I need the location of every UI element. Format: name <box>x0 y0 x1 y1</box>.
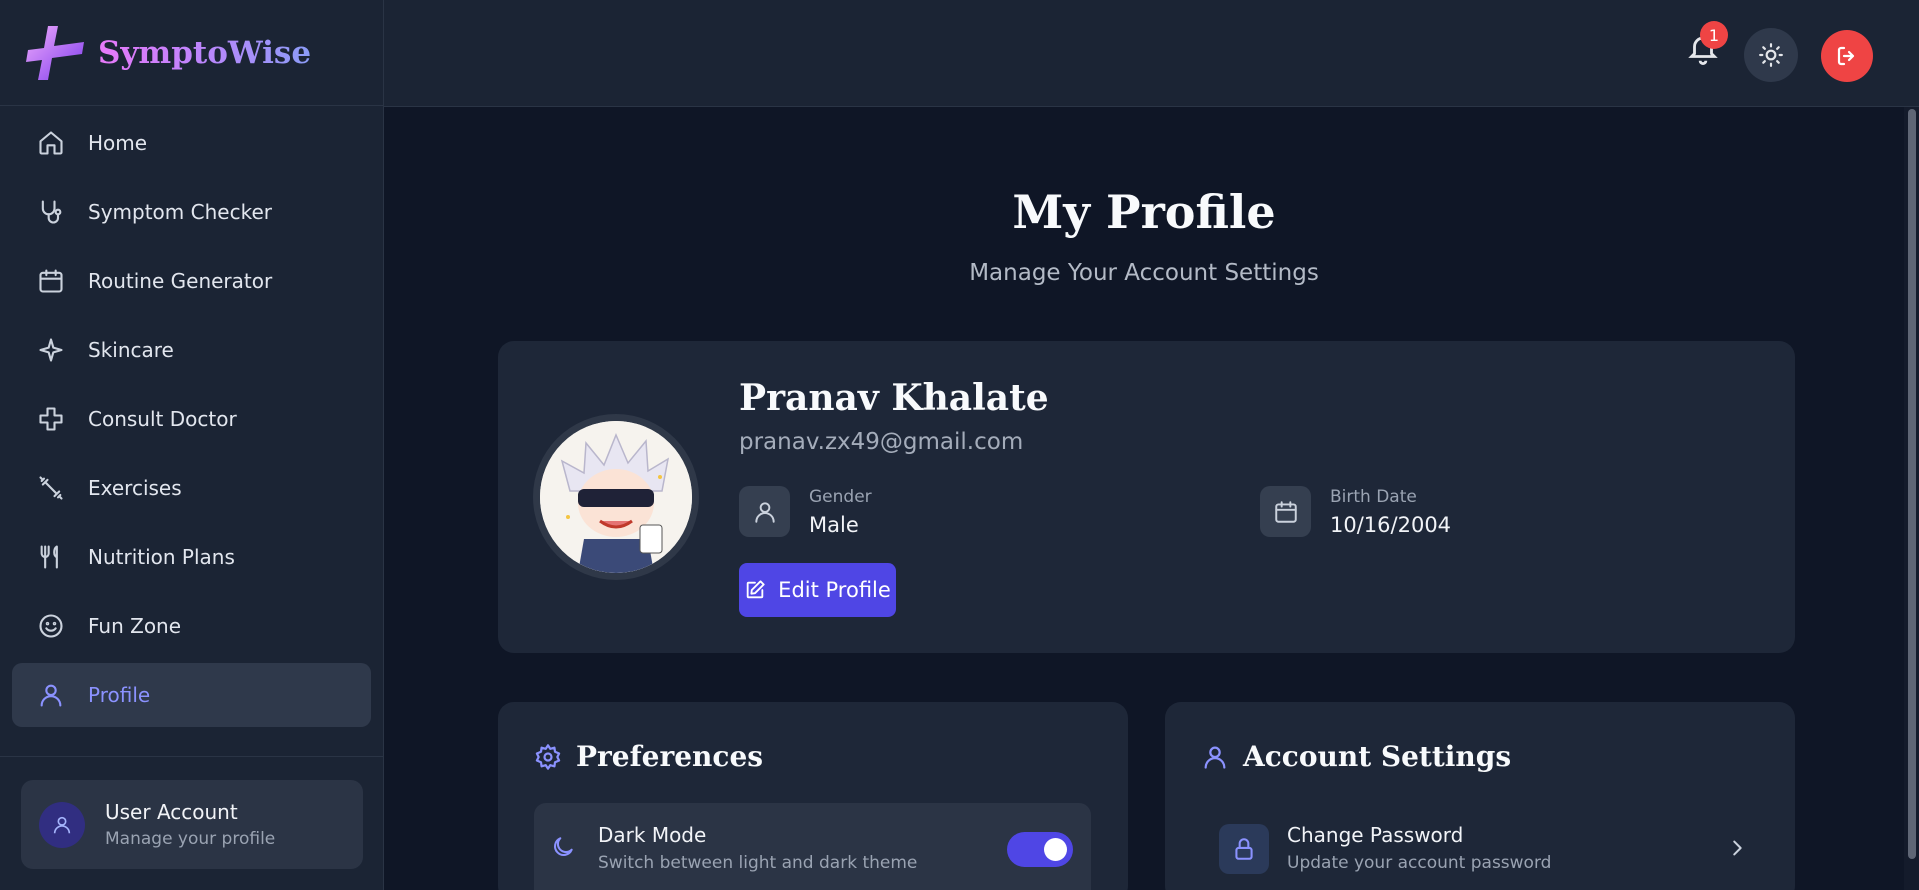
medical-cross-icon <box>36 404 66 434</box>
birth-date-value: 10/16/2004 <box>1330 512 1452 537</box>
change-password-row[interactable]: Change Password Update your account pass… <box>1201 803 1758 890</box>
sun-icon <box>1759 43 1783 67</box>
theme-toggle-button[interactable] <box>1744 28 1798 82</box>
dark-mode-row: Dark Mode Switch between light and dark … <box>534 803 1091 890</box>
lock-icon <box>1219 824 1269 874</box>
birth-date-label: Birth Date <box>1330 486 1417 507</box>
gender-label: Gender <box>809 486 872 507</box>
notification-badge: 1 <box>1700 21 1728 49</box>
profile-avatar-image <box>540 421 692 573</box>
account-settings-title: Account Settings <box>1243 740 1512 773</box>
account-settings-panel: Account Settings Change Password Update … <box>1165 702 1795 890</box>
sidebar-item-label: Symptom Checker <box>88 200 272 224</box>
preferences-panel: Preferences Dark Mode Switch between lig… <box>498 702 1128 890</box>
page-title: My Profile <box>1012 185 1276 239</box>
user-icon <box>1204 746 1226 769</box>
sidebar-item-label: Fun Zone <box>88 614 182 638</box>
sidebar-item-label: Nutrition Plans <box>88 545 235 569</box>
sidebar-divider <box>0 756 383 757</box>
home-icon <box>36 128 66 158</box>
chevron-right-icon <box>1726 837 1748 863</box>
dark-mode-subtitle: Switch between light and dark theme <box>598 853 918 873</box>
user-account-title: User Account <box>105 800 238 824</box>
brand-name: SymptoWise <box>98 34 312 71</box>
user-icon <box>739 486 790 537</box>
dumbbell-icon <box>36 473 66 503</box>
birth-date-info: Birth Date 10/16/2004 <box>1260 486 1451 537</box>
sidebar-item-label: Exercises <box>88 476 182 500</box>
logout-button[interactable] <box>1821 30 1873 82</box>
sidebar-item-label: Routine Generator <box>88 269 273 293</box>
sidebar-item-skincare[interactable]: Skincare <box>12 318 371 382</box>
profile-avatar[interactable] <box>533 414 699 580</box>
dark-mode-title: Dark Mode <box>598 823 707 847</box>
gender-value: Male <box>809 512 859 537</box>
change-password-title: Change Password <box>1287 823 1464 847</box>
user-icon <box>53 816 71 833</box>
brand-logo-icon <box>26 25 84 80</box>
avatar <box>39 801 85 848</box>
sidebar-nav: Home Symptom Checker Routine Generator S… <box>0 106 383 727</box>
preferences-title: Preferences <box>576 740 764 773</box>
calendar-icon <box>36 266 66 296</box>
sidebar-item-routine-generator[interactable]: Routine Generator <box>12 249 371 313</box>
brand[interactable]: SymptoWise <box>0 0 383 106</box>
logout-icon <box>1837 46 1855 66</box>
profile-name: Pranav Khalate <box>739 377 1049 419</box>
sidebar-item-label: Skincare <box>88 338 174 362</box>
dark-mode-toggle[interactable] <box>1007 832 1073 867</box>
gender-info: Gender Male <box>739 486 872 537</box>
calendar-icon <box>1260 486 1311 537</box>
toggle-knob <box>1044 838 1067 861</box>
sidebar-item-nutrition-plans[interactable]: Nutrition Plans <box>12 525 371 589</box>
profile-card: Pranav Khalate pranav.zx49@gmail.com Gen… <box>498 341 1795 653</box>
sidebar-item-exercises[interactable]: Exercises <box>12 456 371 520</box>
change-password-subtitle: Update your account password <box>1287 853 1552 873</box>
sidebar-item-label: Consult Doctor <box>88 407 237 431</box>
sparkle-icon <box>36 335 66 365</box>
user-account-subtitle: Manage your profile <box>105 829 276 849</box>
moon-icon <box>550 834 580 864</box>
edit-profile-label: Edit Profile <box>778 578 891 602</box>
scrollbar-thumb[interactable] <box>1908 109 1916 859</box>
edit-profile-button[interactable]: Edit Profile <box>739 563 896 617</box>
top-bar: 1 <box>384 0 1919 107</box>
sidebar-item-home[interactable]: Home <box>12 111 371 175</box>
sidebar: SymptoWise Home Symptom Checker Routine … <box>0 0 384 890</box>
gear-icon <box>535 743 561 770</box>
sidebar-item-label: Home <box>88 131 148 155</box>
stethoscope-icon <box>36 197 66 227</box>
sidebar-item-consult-doctor[interactable]: Consult Doctor <box>12 387 371 451</box>
page-subtitle: Manage Your Account Settings <box>969 260 1319 286</box>
scrollbar[interactable] <box>1904 107 1919 890</box>
edit-icon <box>746 580 765 599</box>
smile-icon <box>36 611 66 641</box>
utensils-icon <box>36 542 66 572</box>
sidebar-item-fun-zone[interactable]: Fun Zone <box>12 594 371 658</box>
sidebar-item-profile[interactable]: Profile <box>12 663 371 727</box>
profile-email: pranav.zx49@gmail.com <box>739 429 1024 455</box>
sidebar-item-label: Profile <box>88 683 151 707</box>
sidebar-item-symptom-checker[interactable]: Symptom Checker <box>12 180 371 244</box>
user-icon <box>36 680 66 710</box>
user-account-card[interactable]: User Account Manage your profile <box>21 780 363 869</box>
